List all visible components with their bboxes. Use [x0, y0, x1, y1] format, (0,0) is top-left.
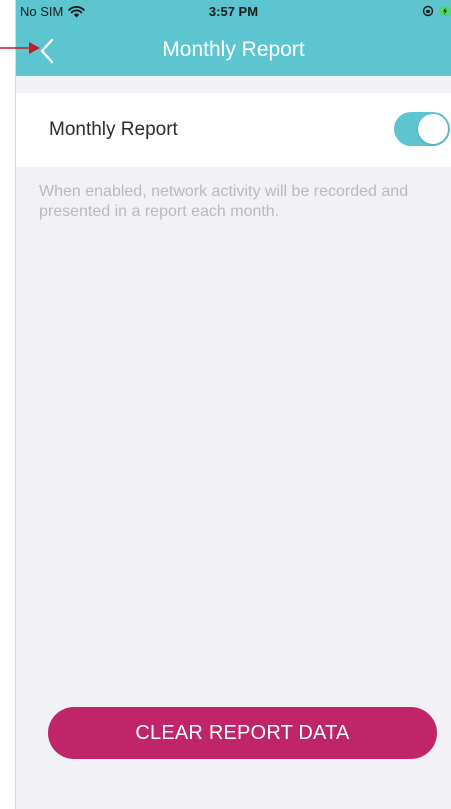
orientation-lock-icon: [422, 5, 434, 17]
phone-screen: No SIM 3:57 PM Monthly Report Monthly Re…: [16, 0, 451, 809]
monthly-report-setting-row: Monthly Report: [16, 93, 451, 167]
page: No SIM 3:57 PM Monthly Report Monthly Re…: [0, 0, 451, 809]
annotation-arrow-icon: [0, 42, 40, 54]
setting-label: Monthly Report: [49, 119, 178, 140]
battery-charging-icon: [439, 5, 451, 17]
status-time: 3:57 PM: [208, 4, 259, 19]
status-bar: No SIM 3:57 PM: [16, 0, 451, 22]
monthly-report-toggle[interactable]: [394, 112, 450, 146]
status-right-group: [422, 5, 451, 17]
left-gutter: [0, 0, 15, 809]
clear-report-data-button[interactable]: CLEAR REPORT DATA: [48, 707, 437, 759]
page-title: Monthly Report: [162, 38, 305, 61]
setting-description: When enabled, network activity will be r…: [39, 183, 409, 220]
toggle-knob: [418, 114, 448, 144]
nav-header: No SIM 3:57 PM Monthly Report: [16, 0, 451, 76]
